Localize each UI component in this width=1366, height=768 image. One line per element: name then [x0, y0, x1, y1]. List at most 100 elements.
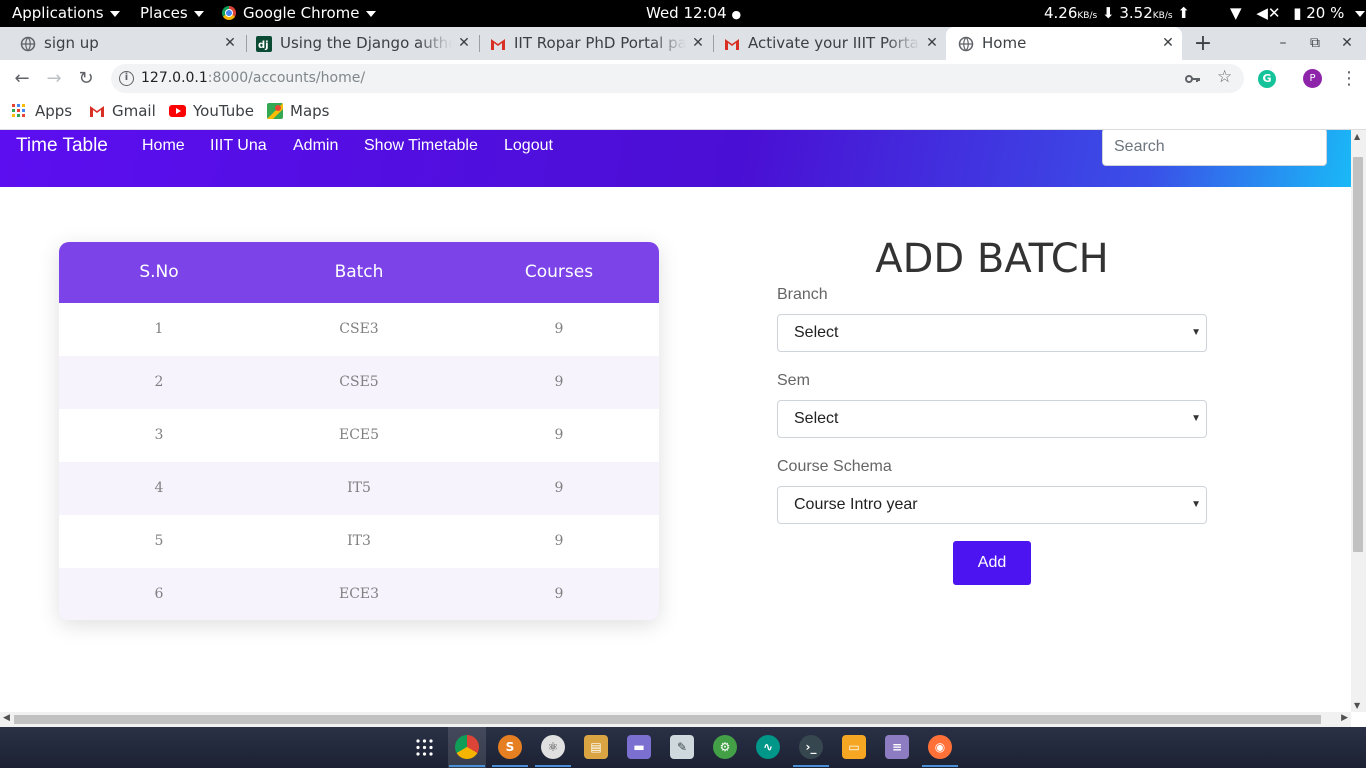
applications-label: Applications — [12, 4, 104, 22]
app-menu[interactable]: Google Chrome — [222, 0, 376, 27]
new-tab-button[interactable]: + — [1191, 27, 1215, 60]
bookmark-apps[interactable]: Apps — [12, 97, 72, 125]
horizontal-scrollbar[interactable]: ◀ ▶ — [0, 712, 1351, 727]
wifi-icon: ▼ — [1230, 4, 1242, 22]
status-area[interactable]: ▼ ◀✕ ▮ 20 % — [1230, 0, 1366, 27]
applications-menu[interactable]: Applications — [12, 0, 120, 27]
running-indicator — [922, 765, 958, 767]
table-cell: IT5 — [347, 480, 371, 496]
tab-iit-ropar[interactable]: IIT Ropar PhD Portal password ✕ — [478, 27, 712, 60]
key-icon[interactable] — [1185, 72, 1201, 86]
bookmark-label: Maps — [290, 102, 330, 120]
bookmark-youtube[interactable]: YouTube — [169, 97, 254, 125]
arrow-up-icon: ⬆ — [1177, 4, 1190, 22]
course-schema-select[interactable]: Course Intro year ▼ — [777, 486, 1207, 524]
scrollbar-thumb[interactable] — [14, 715, 1321, 724]
terminal-dock-icon[interactable]: ›_ — [799, 735, 823, 759]
sublime-dock-icon[interactable]: S — [498, 735, 522, 759]
clock[interactable]: Wed 12:04 ● — [646, 0, 741, 27]
page-viewport: Time Table Home IIIT Una Admin Show Time… — [0, 130, 1351, 712]
atom-dock-icon[interactable]: ⚛ — [541, 735, 565, 759]
add-batch-button[interactable]: Add — [953, 541, 1031, 585]
more-menu-icon[interactable]: ⋮ — [1340, 60, 1358, 97]
chevron-down-icon — [109, 10, 120, 17]
address-bar[interactable]: i 127.0.0.1:8000/accounts/home/ ☆ — [111, 64, 1244, 93]
youtube-icon — [169, 105, 186, 117]
django-icon: dj — [256, 36, 272, 52]
tab-sign-up[interactable]: sign up ✕ — [8, 27, 244, 60]
notification-dot-icon: ● — [731, 8, 742, 21]
firefox-dock-icon[interactable]: ◉ — [928, 735, 952, 759]
nav-iiit-una[interactable]: IIIT Una — [210, 137, 267, 155]
tab-django-auth[interactable]: dj Using the Django authentication syste… — [244, 27, 478, 60]
chrome-dock-icon[interactable] — [455, 735, 479, 759]
grammarly-icon[interactable]: G — [1258, 70, 1276, 88]
scroll-left-icon[interactable]: ◀ — [3, 713, 10, 723]
table-cell: 2 — [154, 374, 164, 390]
scroll-up-icon[interactable]: ▲ — [1354, 132, 1360, 141]
settings-dock-icon[interactable]: ⚙ — [713, 735, 737, 759]
table-cell: 9 — [554, 374, 564, 390]
chevron-down-icon: ▼ — [1191, 413, 1201, 424]
vertical-scrollbar[interactable]: ▲ ▼ — [1351, 130, 1366, 712]
nav-admin[interactable]: Admin — [293, 137, 338, 155]
nav-show-timetable[interactable]: Show Timetable — [364, 137, 478, 155]
bookmark-gmail[interactable]: Gmail — [89, 97, 156, 125]
nav-logout[interactable]: Logout — [504, 137, 553, 155]
show-apps-icon[interactable] — [416, 739, 433, 756]
course-schema-selected-value: Course Intro year — [794, 496, 918, 513]
scroll-down-icon[interactable]: ▼ — [1354, 701, 1360, 710]
monitor-dock-icon[interactable]: ∿ — [756, 735, 780, 759]
tab-title: Using the Django authentication system — [280, 34, 452, 52]
search-input[interactable] — [1102, 130, 1327, 166]
table-cell: CSE3 — [339, 321, 379, 337]
text-editor-dock-icon[interactable]: ≡ — [885, 735, 909, 759]
close-icon[interactable]: ✕ — [924, 27, 940, 60]
profile-avatar[interactable]: P — [1303, 69, 1322, 88]
table-header: S.No Batch Courses — [59, 242, 659, 303]
chevron-down-icon — [1355, 10, 1366, 17]
reload-button[interactable]: ↻ — [74, 60, 98, 97]
minimize-button[interactable]: – — [1273, 27, 1293, 60]
close-icon[interactable]: ✕ — [222, 27, 238, 60]
speed-unit: KB/s — [1077, 11, 1098, 21]
net-speed: 4.26KB/s ⬇ 3.52KB/s ⬆ — [1044, 0, 1190, 27]
bookmark-label: Apps — [35, 102, 73, 120]
globe-icon — [20, 36, 36, 52]
upload-speed: 3.52 — [1119, 4, 1153, 22]
info-icon[interactable]: i — [119, 71, 134, 86]
running-indicator — [492, 765, 528, 767]
table-row: 6 ECE3 9 — [59, 568, 659, 620]
tab-home[interactable]: Home ✕ — [946, 27, 1182, 60]
software-dock-icon[interactable]: ✎ — [670, 735, 694, 759]
table-cell: IT3 — [347, 533, 371, 549]
scrollbar-thumb[interactable] — [1353, 157, 1363, 552]
tab-activate-portal[interactable]: Activate your IIIT Portal account ✕ — [712, 27, 946, 60]
slides-dock-icon[interactable]: ▭ — [842, 735, 866, 759]
sem-select[interactable]: Select ▼ — [777, 400, 1207, 438]
close-icon[interactable]: ✕ — [456, 27, 472, 60]
svg-text:dj: dj — [258, 40, 269, 51]
restore-button[interactable]: ⧉ — [1305, 27, 1325, 60]
gmail-icon — [725, 39, 739, 50]
download-speed: 4.26 — [1044, 4, 1078, 22]
gmail-icon — [90, 106, 104, 117]
close-window-button[interactable]: ✕ — [1337, 27, 1357, 60]
forward-button[interactable]: → — [42, 60, 66, 97]
files-dock-icon[interactable]: ▬ — [627, 735, 651, 759]
bookmark-maps[interactable]: Maps — [267, 97, 329, 125]
star-icon[interactable]: ☆ — [1217, 67, 1232, 87]
places-menu[interactable]: Places — [140, 0, 204, 27]
table-cell: 1 — [154, 321, 164, 337]
close-icon[interactable]: ✕ — [1160, 27, 1176, 60]
archive-dock-icon[interactable]: ▤ — [584, 735, 608, 759]
branch-select[interactable]: Select ▼ — [777, 314, 1207, 352]
form-title: ADD BATCH — [875, 236, 1109, 282]
nav-home[interactable]: Home — [142, 137, 185, 155]
places-label: Places — [140, 4, 188, 22]
scroll-right-icon[interactable]: ▶ — [1341, 713, 1348, 723]
table-cell: 9 — [554, 586, 564, 602]
site-brand[interactable]: Time Table — [16, 135, 108, 157]
back-button[interactable]: ← — [10, 60, 34, 97]
close-icon[interactable]: ✕ — [690, 27, 706, 60]
